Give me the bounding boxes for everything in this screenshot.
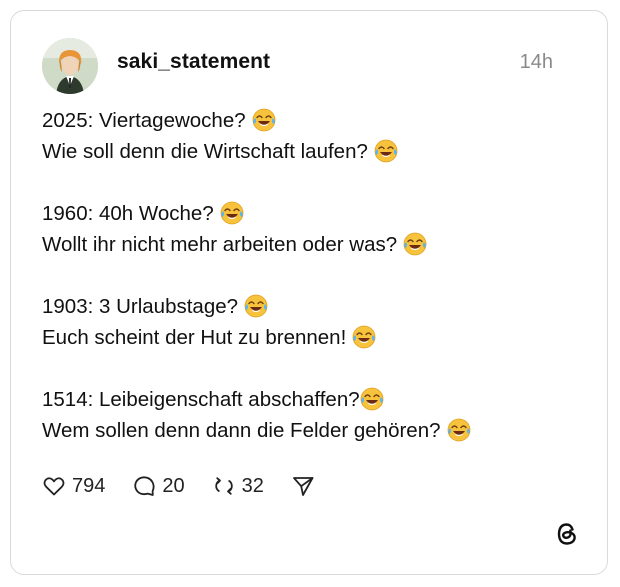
post-line: Wem sollen denn dann die Felder gehören? [42,415,582,446]
post-line: 2025: Viertagewoche? [42,105,582,136]
post-line-text: 2025: Viertagewoche? [42,109,246,132]
post-line: Wollt ihr nicht mehr arbeiten oder was? [42,229,582,260]
timestamp: 14h [519,51,553,73]
post-line-text: Wollt ihr nicht mehr arbeiten oder was? [42,233,398,256]
like-button[interactable]: 794 [42,474,105,498]
post-line: 1903: 3 Urlaubstage? [42,291,582,322]
tears-of-joy-emoji-icon [220,201,244,225]
heart-icon [43,477,65,496]
repost-icon [214,477,233,495]
tears-of-joy-emoji-icon [360,387,384,411]
post-line-text: 1960: 40h Woche? [42,202,214,225]
repost-count: 32 [241,474,264,497]
post-line-text: Wie soll denn die Wirtschaft laufen? [42,140,368,163]
reply-button[interactable]: 20 [132,474,185,498]
tears-of-joy-emoji-icon [403,232,427,256]
post-line: 1960: 40h Woche? [42,198,582,229]
like-count: 794 [72,474,106,497]
avatar[interactable] [42,38,98,94]
post-line-text: Wem sollen denn dann die Felder gehören? [42,419,441,442]
username[interactable]: saki_statement [117,50,270,74]
share-button[interactable] [291,474,321,498]
post-body: 2025: Viertagewoche? Wie soll denn die W… [42,105,582,446]
tears-of-joy-emoji-icon [252,108,276,132]
post-line-text: 1514: Leibeigenschaft abschaffen? [42,388,360,411]
comment-icon [134,476,155,496]
post-line-text: 1903: 3 Urlaubstage? [42,295,239,318]
post-line: 1514: Leibeigenschaft abschaffen? [42,384,582,415]
tears-of-joy-emoji-icon [447,418,471,442]
reply-count: 20 [162,474,185,497]
post-line: Wie soll denn die Wirtschaft laufen? [42,136,582,167]
threads-logo-icon[interactable] [555,520,579,548]
tears-of-joy-emoji-icon [374,139,398,163]
action-bar: 794 20 32 [42,472,348,500]
post-line-text: Euch scheint der Hut zu brennen! [42,326,347,349]
send-icon [292,477,314,496]
post-card[interactable]: saki_statement 14h 2025: Viertagewoche? … [10,10,608,575]
repost-button[interactable]: 32 [212,474,264,498]
tears-of-joy-emoji-icon [244,294,268,318]
post-line: Euch scheint der Hut zu brennen! [42,322,582,353]
tears-of-joy-emoji-icon [352,325,376,349]
